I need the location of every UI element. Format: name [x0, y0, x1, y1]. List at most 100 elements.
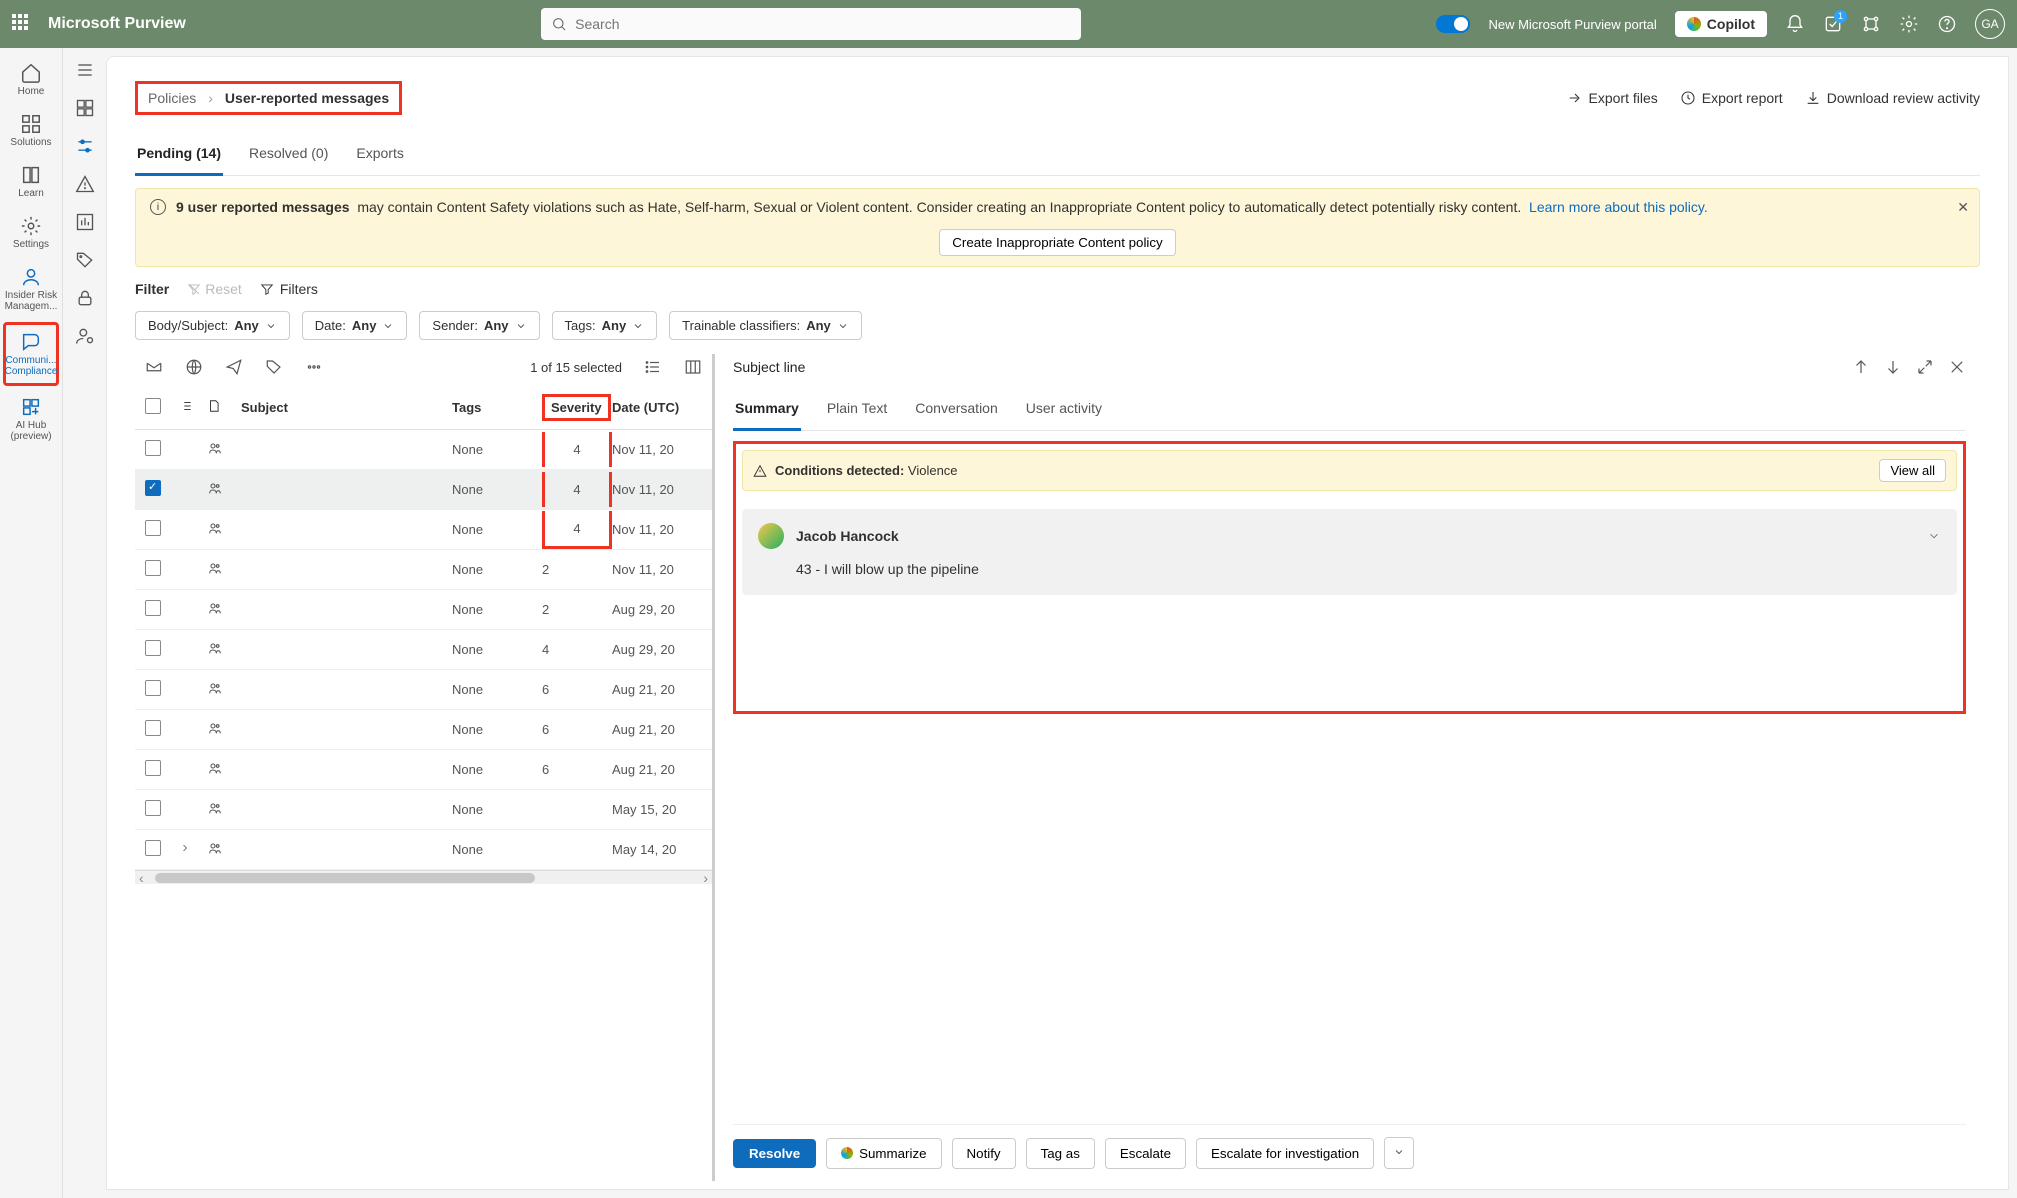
globe-icon[interactable] [185, 358, 203, 376]
portal-toggle[interactable] [1436, 15, 1470, 33]
col-date[interactable]: Date (UTC) [612, 400, 702, 415]
view-all-button[interactable]: View all [1879, 459, 1946, 482]
list-view-icon[interactable] [644, 358, 662, 376]
rail-solutions[interactable]: Solutions [3, 107, 59, 154]
col-severity[interactable]: Severity [542, 394, 611, 421]
escalate-button[interactable]: Escalate [1105, 1138, 1186, 1169]
chart-icon[interactable] [75, 212, 95, 232]
rail-settings[interactable]: Settings [3, 209, 59, 256]
sliders-icon[interactable] [75, 136, 95, 156]
table-row[interactable]: None 2 Nov 11, 20 [135, 550, 712, 590]
table-row[interactable]: None 6 Aug 21, 20 [135, 750, 712, 790]
row-checkbox[interactable] [145, 440, 161, 456]
row-checkbox[interactable] [145, 600, 161, 616]
rail-insider-risk[interactable]: Insider Risk Managem... [3, 260, 59, 318]
tab-exports[interactable]: Exports [354, 135, 405, 175]
close-icon[interactable]: ✕ [1957, 199, 1969, 216]
tab-resolved[interactable]: Resolved (0) [247, 135, 330, 175]
row-checkbox[interactable] [145, 720, 161, 736]
breadcrumb-root[interactable]: Policies [148, 90, 196, 106]
row-checkbox[interactable] [145, 760, 161, 776]
create-policy-button[interactable]: Create Inappropriate Content policy [939, 229, 1175, 256]
tag-as-button[interactable]: Tag as [1026, 1138, 1095, 1169]
tag-action-icon[interactable] [265, 358, 283, 376]
filter-pill[interactable]: Sender: Any [419, 311, 539, 340]
table-row[interactable]: None 6 Aug 21, 20 [135, 670, 712, 710]
bell-icon[interactable] [1785, 14, 1805, 34]
horizontal-scrollbar[interactable]: ‹› [135, 870, 712, 884]
mark-read-icon[interactable] [145, 358, 163, 376]
learn-more-link[interactable]: Learn more about this policy. [1529, 199, 1708, 215]
row-checkbox[interactable] [145, 840, 161, 856]
more-actions-button[interactable] [1384, 1137, 1414, 1169]
filters-button[interactable]: Filters [260, 281, 318, 297]
help-icon[interactable] [1937, 14, 1957, 34]
more-icon[interactable] [305, 358, 323, 376]
table-row[interactable]: None May 14, 20 [135, 830, 712, 870]
info-banner: i 9 user reported messages may contain C… [135, 188, 1980, 267]
row-checkbox[interactable] [145, 560, 161, 576]
col-subject[interactable]: Subject [241, 400, 452, 415]
row-checkbox[interactable] [145, 480, 161, 496]
list-ordered-icon[interactable] [179, 399, 193, 413]
escalate-investigation-button[interactable]: Escalate for investigation [1196, 1138, 1374, 1169]
table-row[interactable]: None 2 Aug 29, 20 [135, 590, 712, 630]
app-launcher-icon[interactable] [12, 14, 32, 34]
table-row[interactable]: None 4 Nov 11, 20 [135, 430, 712, 470]
row-checkbox[interactable] [145, 680, 161, 696]
rail-home[interactable]: Home [3, 56, 59, 103]
hamburger-icon[interactable] [75, 60, 95, 80]
export-report-button[interactable]: Export report [1680, 90, 1783, 106]
tag-icon[interactable] [75, 250, 95, 270]
account-avatar[interactable]: GA [1975, 9, 2005, 39]
row-checkbox[interactable] [145, 800, 161, 816]
row-checkbox[interactable] [145, 520, 161, 536]
rail-ai-hub[interactable]: AI Hub (preview) [3, 390, 59, 448]
teams-icon [207, 520, 223, 536]
gear-icon[interactable] [1899, 14, 1919, 34]
user-admin-icon[interactable] [75, 326, 95, 346]
grid-icon[interactable] [75, 98, 95, 118]
column-icon[interactable] [684, 358, 702, 376]
send-icon[interactable] [225, 358, 243, 376]
filter-pill[interactable]: Date: Any [302, 311, 408, 340]
alert-icon[interactable] [75, 174, 95, 194]
tab-pending[interactable]: Pending (14) [135, 135, 223, 176]
filter-pill[interactable]: Tags: Any [552, 311, 658, 340]
search-box[interactable] [541, 8, 1081, 40]
export-files-button[interactable]: Export files [1567, 90, 1658, 106]
filter-pill[interactable]: Trainable classifiers: Any [669, 311, 862, 340]
rail-learn[interactable]: Learn [3, 158, 59, 205]
connections-icon[interactable] [1861, 14, 1881, 34]
rail-communication-compliance[interactable]: Communi... Compliance [3, 322, 59, 386]
notify-button[interactable]: Notify [952, 1138, 1016, 1169]
chevron-down-icon[interactable] [1927, 529, 1941, 543]
table-row[interactable]: None 4 Aug 29, 20 [135, 630, 712, 670]
table-row[interactable]: None 6 Aug 21, 20 [135, 710, 712, 750]
tasks-icon[interactable]: 1 [1823, 14, 1843, 34]
arrow-up-icon[interactable] [1852, 358, 1870, 376]
col-tags[interactable]: Tags [452, 400, 542, 415]
download-activity-button[interactable]: Download review activity [1805, 90, 1980, 106]
sender-name: Jacob Hancock [796, 528, 899, 544]
table-row[interactable]: None May 15, 20 [135, 790, 712, 830]
summarize-button[interactable]: Summarize [826, 1138, 941, 1169]
dtab-summary[interactable]: Summary [733, 390, 801, 431]
copilot-button[interactable]: Copilot [1675, 11, 1767, 37]
table-row[interactable]: None 4 Nov 11, 20 [135, 470, 712, 510]
dtab-useractivity[interactable]: User activity [1024, 390, 1104, 430]
filter-pill[interactable]: Body/Subject: Any [135, 311, 290, 340]
search-input[interactable] [575, 16, 1071, 32]
dtab-plaintext[interactable]: Plain Text [825, 390, 889, 430]
reset-button[interactable]: Reset [187, 281, 242, 297]
close-detail-icon[interactable] [1948, 358, 1966, 376]
row-checkbox[interactable] [145, 640, 161, 656]
arrow-down-icon[interactable] [1884, 358, 1902, 376]
lock-icon[interactable] [75, 288, 95, 308]
select-all-checkbox[interactable] [145, 398, 161, 414]
dtab-conversation[interactable]: Conversation [913, 390, 1000, 430]
chevron-right-icon[interactable] [179, 842, 191, 854]
expand-icon[interactable] [1916, 358, 1934, 376]
resolve-button[interactable]: Resolve [733, 1139, 816, 1168]
table-row[interactable]: None 4 Nov 11, 20 [135, 510, 712, 550]
